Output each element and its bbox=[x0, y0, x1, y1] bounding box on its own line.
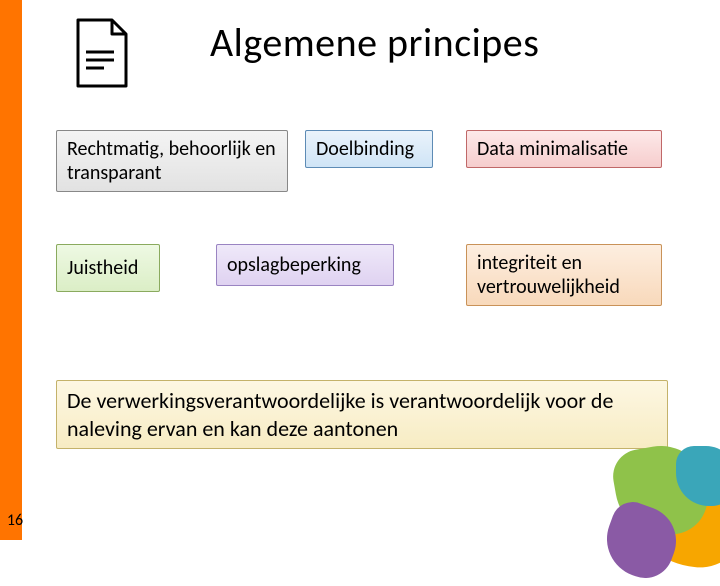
chip-label: opslagbeperking bbox=[227, 253, 361, 277]
chip-label: integriteit en vertrouwelijkheid bbox=[477, 251, 651, 299]
principle-purpose: Doelbinding bbox=[305, 130, 433, 168]
principle-accuracy: Juistheid bbox=[56, 244, 160, 292]
slide-title: Algemene principes bbox=[210, 18, 539, 67]
chip-label: Data minimalisatie bbox=[477, 137, 628, 161]
corner-decoration bbox=[596, 416, 720, 566]
footer-text: De verwerkingsverantwoordelijke is veran… bbox=[67, 387, 657, 442]
document-icon bbox=[74, 18, 130, 93]
chip-label: Doelbinding bbox=[316, 137, 414, 161]
principle-storage: opslagbeperking bbox=[216, 244, 394, 286]
principle-minimisation: Data minimalisatie bbox=[466, 130, 662, 168]
page-number: 16 bbox=[4, 511, 26, 530]
principle-integrity: integriteit en vertrouwelijkheid bbox=[466, 244, 662, 306]
chip-label: Juistheid bbox=[67, 256, 138, 280]
chip-label: Rechtmatig, behoorlijk en transparant bbox=[67, 137, 277, 185]
accent-bar bbox=[0, 0, 22, 540]
principle-lawful: Rechtmatig, behoorlijk en transparant bbox=[56, 130, 288, 192]
accountability-note: De verwerkingsverantwoordelijke is veran… bbox=[56, 380, 668, 449]
